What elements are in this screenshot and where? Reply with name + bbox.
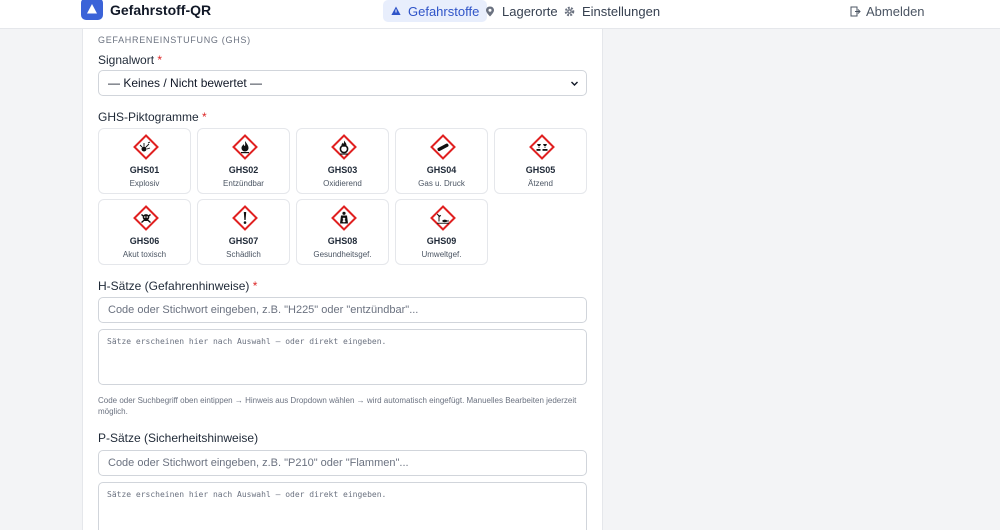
- pictogram-code: GHS01: [129, 165, 160, 175]
- h-saetze-textarea[interactable]: [98, 329, 587, 385]
- pictogram-ghs01[interactable]: GHS01 Explosiv: [98, 128, 191, 194]
- tab-label: Gefahrstoffe: [408, 3, 480, 19]
- chevron-down-icon: [571, 81, 578, 86]
- top-navbar: Gefahrstoff-QR Gefahrstoffe Lagerorte Ei…: [0, 0, 1000, 29]
- pictogram-ghs05[interactable]: GHS05 Ätzend: [494, 128, 587, 194]
- corrosion-icon: [529, 134, 555, 160]
- warning-icon: [87, 4, 97, 14]
- h-saetze-label: H-Sätze (Gefahrenhinweise) *: [98, 279, 258, 293]
- logout-label: Abmelden: [866, 3, 925, 19]
- pictogram-ghs04[interactable]: GHS04 Gas u. Druck: [395, 128, 488, 194]
- p-saetze-textarea[interactable]: [98, 482, 587, 530]
- h-saetze-search-input[interactable]: [98, 297, 587, 323]
- pictogram-ghs08[interactable]: GHS08 Gesundheitsgef.: [296, 199, 389, 265]
- pictogram-desc: Ätzend: [528, 179, 553, 188]
- p-saetze-search-input[interactable]: [98, 450, 587, 476]
- skull-icon: [133, 205, 159, 231]
- pictogram-ghs09[interactable]: GHS09 Umweltgef.: [395, 199, 488, 265]
- pictogram-code: GHS07: [228, 236, 259, 246]
- signalwort-label: Signalwort *: [98, 53, 163, 67]
- pictogram-desc: Entzündbar: [223, 179, 264, 188]
- location-pin-icon: [486, 6, 494, 16]
- health-hazard-icon: [331, 205, 357, 231]
- pictogram-ghs06[interactable]: GHS06 Akut toxisch: [98, 199, 191, 265]
- warning-icon: [391, 6, 401, 15]
- pictogram-code: GHS09: [426, 236, 457, 246]
- gas-cylinder-icon: [430, 134, 456, 160]
- gear-icon: [564, 6, 575, 16]
- pictogram-code: GHS03: [327, 165, 358, 175]
- pictogram-desc: Umweltgef.: [421, 250, 462, 259]
- logout-icon: [850, 6, 861, 16]
- explosive-icon: [133, 134, 159, 160]
- tab-gefahrstoffe[interactable]: Gefahrstoffe: [383, 0, 488, 22]
- tab-lagerorte[interactable]: Lagerorte: [477, 0, 566, 22]
- pictogram-ghs02[interactable]: GHS02 Entzündbar: [197, 128, 290, 194]
- tab-einstellungen[interactable]: Einstellungen: [556, 0, 668, 22]
- pictogram-code: GHS05: [525, 165, 556, 175]
- brand-logo[interactable]: [81, 0, 103, 20]
- pictogram-ghs03[interactable]: GHS03 Oxidierend: [296, 128, 389, 194]
- pictogram-code: GHS02: [228, 165, 259, 175]
- environment-icon: [430, 205, 456, 231]
- pictogram-desc: Gas u. Druck: [418, 179, 465, 188]
- tab-label: Lagerorte: [502, 3, 558, 19]
- pictogram-desc: Schädlich: [226, 250, 261, 259]
- section-title: GEFAHRENEINSTUFUNG (GHS): [98, 35, 251, 45]
- brand-name[interactable]: Gefahrstoff-QR: [110, 2, 211, 18]
- signalwort-select[interactable]: — Keines / Nicht bewertet —: [98, 70, 587, 96]
- pictogram-desc: Explosiv: [129, 179, 160, 188]
- flame-icon: [232, 134, 258, 160]
- pictograms-label: GHS-Piktogramme *: [98, 110, 207, 124]
- pictogram-desc: Akut toxisch: [122, 250, 167, 259]
- exclamation-icon: [232, 205, 258, 231]
- tab-label: Einstellungen: [582, 3, 661, 19]
- logout-button[interactable]: Abmelden: [850, 0, 925, 22]
- flame-over-circle-icon: [331, 134, 357, 160]
- pictogram-ghs07[interactable]: GHS07 Schädlich: [197, 199, 290, 265]
- pictogram-desc: Oxidierend: [323, 179, 362, 188]
- h-saetze-hint: Code oder Suchbegriff oben eintippen → H…: [98, 396, 577, 416]
- pictogram-code: GHS06: [129, 236, 160, 246]
- signalwort-value: — Keines / Nicht bewertet —: [108, 76, 263, 90]
- pictogram-code: GHS08: [327, 236, 358, 246]
- pictogram-desc: Gesundheitsgef.: [313, 250, 372, 259]
- p-saetze-label: P-Sätze (Sicherheitshinweise): [98, 431, 259, 445]
- pictogram-code: GHS04: [426, 165, 457, 175]
